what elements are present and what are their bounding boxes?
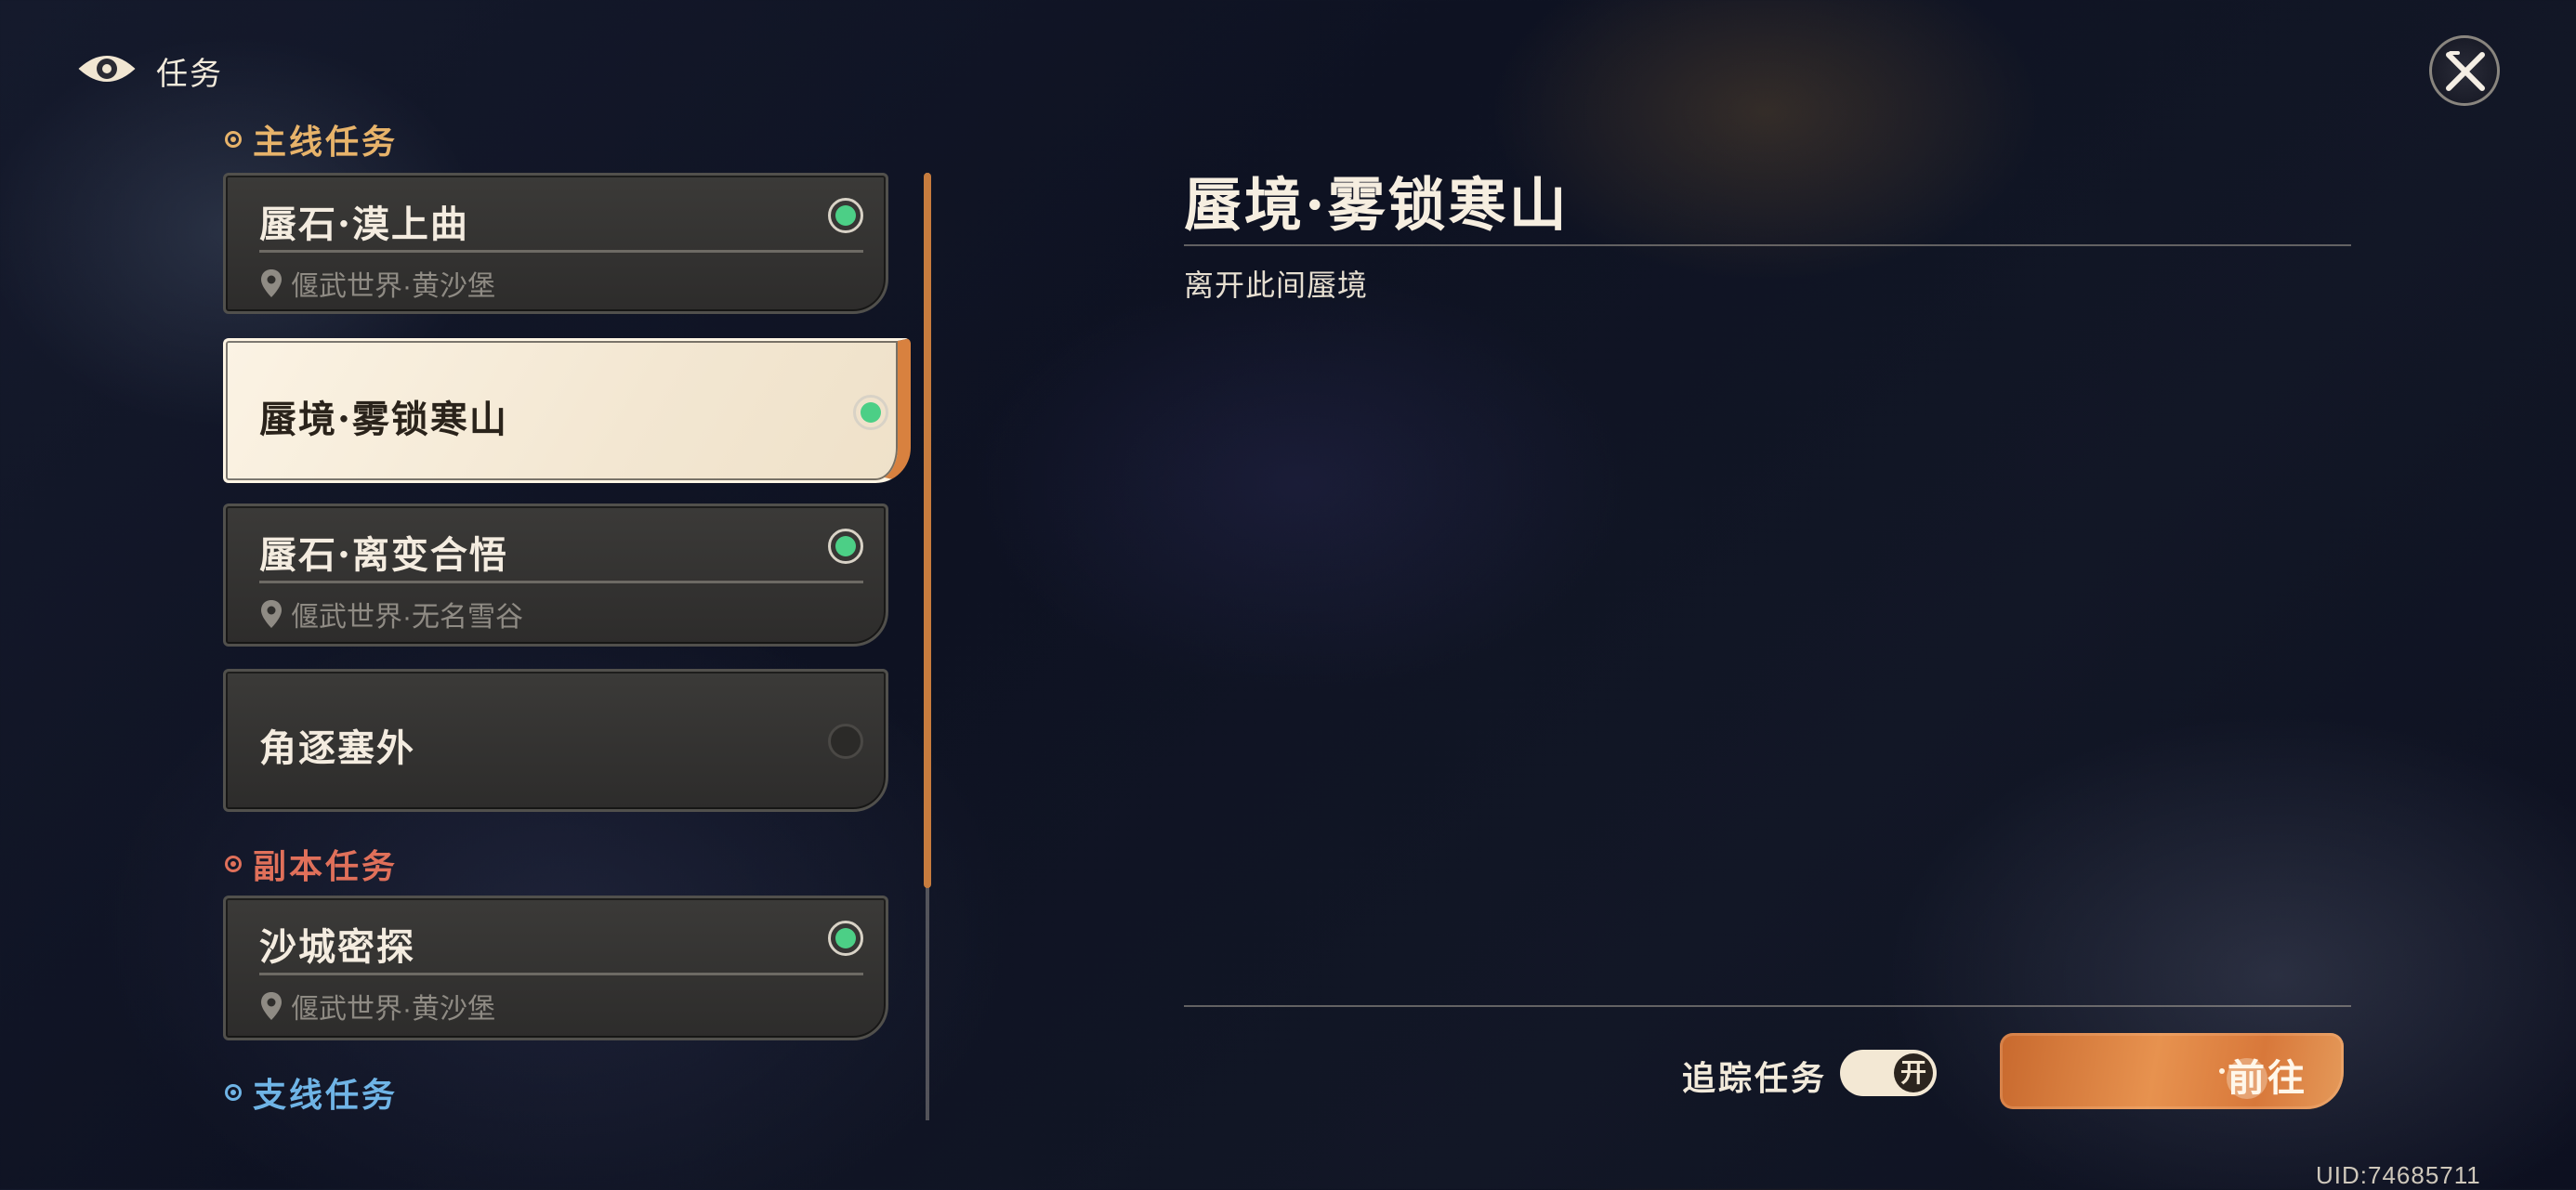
track-quest-toggle[interactable]: 开 — [1840, 1050, 1937, 1096]
section-label: 支线任务 — [253, 1076, 399, 1115]
section-main-quests[interactable]: 主线任务 — [225, 115, 398, 163]
location-pin-icon — [261, 269, 282, 297]
section-dot-icon — [225, 856, 242, 872]
eye-icon — [78, 56, 136, 82]
quest-status-icon — [828, 529, 863, 564]
toggle-knob: 开 — [1894, 1053, 1933, 1092]
section-label: 副本任务 — [253, 847, 399, 886]
go-button-label: 前往 — [2227, 1048, 2307, 1102]
quest-card[interactable]: 蜃石·离变合悟 偃武世界·无名雪谷 — [223, 503, 888, 647]
detail-description: 离开此间蜃境 — [1184, 268, 1369, 302]
page-title: 任务 — [156, 57, 223, 92]
quest-status-icon — [853, 395, 888, 430]
quest-name: 沙城密探 — [259, 925, 415, 969]
quest-card[interactable]: 沙城密探 偃武世界·黄沙堡 — [223, 896, 888, 1040]
quest-location: 偃武世界·黄沙堡 — [259, 986, 495, 1027]
quest-location: 偃武世界·无名雪谷 — [259, 594, 523, 634]
divider — [1184, 1005, 2351, 1007]
location-pin-icon — [261, 600, 282, 628]
section-dot-icon — [225, 1084, 242, 1101]
section-dot-icon — [225, 131, 242, 148]
divider — [259, 973, 863, 975]
quest-status-icon — [828, 921, 863, 956]
divider — [1184, 244, 2351, 246]
location-pin-icon — [261, 992, 282, 1020]
decorative-dot — [2219, 1068, 2225, 1074]
quest-status-icon — [828, 198, 863, 233]
quest-location: 偃武世界·黄沙堡 — [259, 263, 495, 304]
detail-title: 蜃境·雾锁寒山 — [1184, 171, 1570, 239]
quest-name: 蜃石·漠上曲 — [259, 203, 469, 246]
quest-name: 角逐塞外 — [259, 726, 415, 770]
quest-location-text: 偃武世界·无名雪谷 — [291, 602, 523, 633]
scrollbar-thumb[interactable] — [924, 173, 931, 888]
close-icon — [2446, 51, 2485, 91]
go-button[interactable]: 前往 — [2000, 1033, 2344, 1109]
divider — [259, 250, 863, 253]
quest-name: 蜃石·离变合悟 — [259, 533, 508, 577]
quest-card-selected[interactable]: 蜃境·雾锁寒山 — [223, 338, 911, 483]
quest-card[interactable]: 蜃石·漠上曲 偃武世界·黄沙堡 — [223, 173, 888, 314]
quest-name: 蜃境·雾锁寒山 — [259, 398, 508, 441]
section-instance-quests[interactable]: 副本任务 — [225, 840, 398, 888]
uid-text: UID:74685711 — [2316, 1161, 2481, 1189]
go-button-label-rest: 往 — [2267, 1056, 2307, 1100]
quest-card[interactable]: 角逐塞外 — [223, 669, 888, 812]
quest-status-icon — [828, 724, 863, 759]
section-label: 主线任务 — [253, 123, 399, 162]
section-side-quests[interactable]: 支线任务 — [225, 1068, 398, 1117]
divider — [259, 581, 863, 583]
close-button[interactable] — [2429, 35, 2500, 106]
quest-location-text: 偃武世界·黄沙堡 — [291, 271, 495, 302]
quest-location-text: 偃武世界·黄沙堡 — [291, 994, 495, 1025]
track-quest-label: 追踪任务 — [1682, 1059, 1828, 1098]
go-button-label-first: 前 — [2227, 1056, 2267, 1100]
